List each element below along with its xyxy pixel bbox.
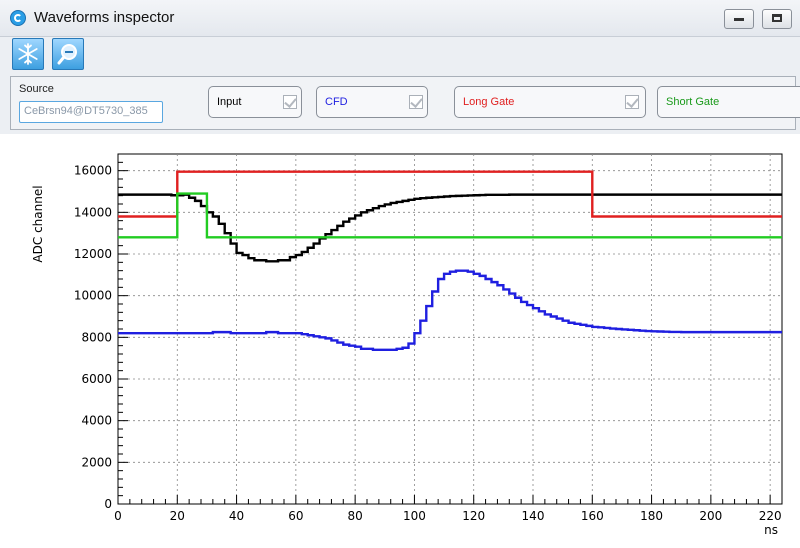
x-tick-label: 20 bbox=[170, 509, 185, 523]
source-input[interactable]: CeBrsn94@DT5730_385 bbox=[19, 101, 163, 123]
snowflake-button[interactable] bbox=[12, 38, 44, 70]
plot-frame bbox=[117, 153, 783, 505]
zoom-out-icon bbox=[57, 44, 77, 65]
y-tick-label: 10000 bbox=[74, 289, 112, 303]
waveform-chart[interactable]: 0 20 40 60 80 100 120 140 160 180 200 220 0 2000 4000 6… bbox=[0, 134, 800, 548]
long-gate-checkbox[interactable] bbox=[625, 95, 639, 109]
cfd-toggle-label: CFD bbox=[325, 96, 348, 108]
y-tick-label: 6000 bbox=[81, 372, 112, 386]
x-tick-label: 60 bbox=[288, 509, 303, 523]
y-tick-label: 8000 bbox=[81, 330, 112, 344]
app-icon bbox=[10, 10, 26, 26]
short-gate-toggle-label: Short Gate bbox=[666, 96, 720, 108]
y-tick-label: 4000 bbox=[81, 414, 112, 428]
x-tick-label: 160 bbox=[581, 509, 604, 523]
x-tick-label: 100 bbox=[403, 509, 426, 523]
input-toggle-label: Input bbox=[217, 96, 242, 108]
controls-panel: Source CeBrsn94@DT5730_385 Input CFD Lon… bbox=[10, 76, 800, 130]
y-tick-label: 16000 bbox=[74, 164, 112, 178]
x-tick-label: 220 bbox=[759, 509, 782, 523]
y-tick-label: 2000 bbox=[81, 455, 112, 469]
x-axis-label: ns bbox=[764, 523, 778, 537]
x-tick-label: 140 bbox=[522, 509, 545, 523]
x-tick-label: 200 bbox=[699, 509, 722, 523]
cfd-checkbox[interactable] bbox=[409, 95, 423, 109]
y-tick-label: 14000 bbox=[74, 205, 112, 219]
long-gate-toggle[interactable]: Long Gate bbox=[454, 86, 646, 118]
y-tick-label: 0 bbox=[104, 497, 112, 511]
x-tick-label: 0 bbox=[114, 509, 122, 523]
maximize-button[interactable] bbox=[762, 9, 792, 29]
plot-area: 0 20 40 60 80 100 120 140 160 180 200 220 0 2000 4000 6… bbox=[0, 134, 800, 548]
input-checkbox[interactable] bbox=[283, 95, 297, 109]
short-gate-toggle[interactable]: Short Gate bbox=[657, 86, 800, 118]
x-tick-label: 180 bbox=[640, 509, 663, 523]
minimize-button[interactable] bbox=[724, 9, 754, 29]
cfd-toggle[interactable]: CFD bbox=[316, 86, 428, 118]
input-toggle[interactable]: Input bbox=[208, 86, 302, 118]
zoom-out-button[interactable] bbox=[52, 38, 84, 70]
y-axis-label: ADC channel bbox=[31, 185, 45, 262]
snowflake-icon bbox=[18, 43, 38, 65]
title-bar: Waveforms inspector bbox=[0, 0, 800, 37]
x-tick-label: 120 bbox=[462, 509, 485, 523]
window-title: Waveforms inspector bbox=[34, 9, 175, 26]
toolbar bbox=[0, 36, 800, 72]
y-tick-label: 12000 bbox=[74, 247, 112, 261]
x-tick-label: 40 bbox=[229, 509, 244, 523]
x-tick-label: 80 bbox=[348, 509, 363, 523]
source-label: Source bbox=[19, 83, 54, 95]
long-gate-toggle-label: Long Gate bbox=[463, 96, 515, 108]
